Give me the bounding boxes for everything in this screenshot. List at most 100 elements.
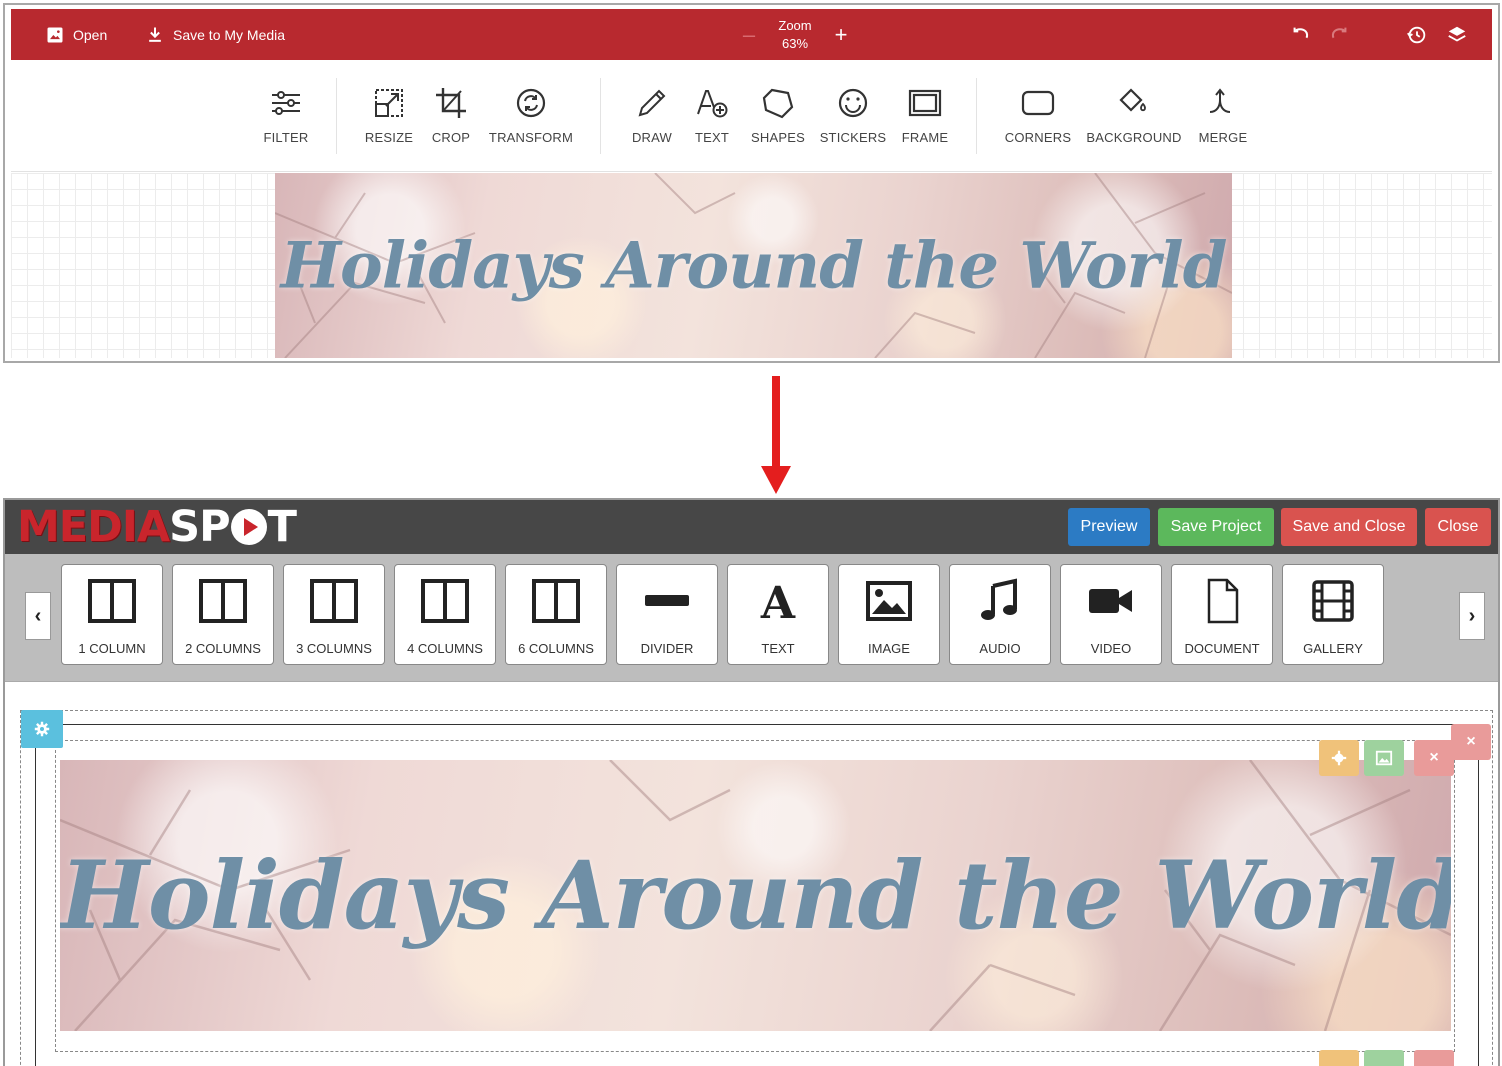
block-label: VIDEO — [1090, 641, 1132, 656]
block-label: DOCUMENT — [1184, 641, 1260, 656]
redo-icon[interactable] — [1327, 23, 1351, 47]
scroll-right-button[interactable]: › — [1459, 592, 1485, 640]
tool-crop[interactable]: CROP — [406, 86, 496, 145]
download-icon — [149, 27, 161, 42]
block-label: DIVIDER — [640, 641, 694, 656]
history-icon[interactable] — [1405, 23, 1429, 47]
block-3-columns[interactable]: 3 COLUMNS — [283, 564, 385, 665]
svg-text:A: A — [760, 578, 796, 624]
scroll-left-button[interactable]: ‹ — [25, 592, 51, 640]
save-and-close-button[interactable]: Save and Close — [1281, 508, 1417, 546]
image-editor-panel: Open Save to My Media – Zoom 63% + FILTE… — [3, 3, 1500, 363]
add-block-button[interactable] — [1364, 1050, 1404, 1066]
tool-label: FRAME — [901, 130, 949, 145]
play-icon — [230, 509, 267, 545]
column-settings-button[interactable] — [1319, 1050, 1359, 1066]
block-text[interactable]: A TEXT — [727, 564, 829, 665]
zoom-value: 63% — [781, 36, 809, 51]
toolbar-divider — [336, 78, 337, 154]
picture-icon — [866, 581, 912, 621]
close-icon: × — [1429, 749, 1439, 766]
merge-icon — [1209, 88, 1231, 113]
block-4-columns[interactable]: 4 COLUMNS — [394, 564, 496, 665]
block-label: TEXT — [761, 641, 795, 656]
tool-label: TRANSFORM — [488, 130, 574, 145]
preview-button[interactable]: Preview — [1068, 508, 1150, 546]
frame-icon — [908, 89, 942, 117]
logo-text-t: T — [267, 502, 297, 552]
change-image-button[interactable] — [1364, 740, 1404, 776]
film-strip-icon — [1312, 580, 1354, 622]
logo-text-sp: SP — [169, 502, 230, 552]
tool-merge[interactable]: MERGE — [1178, 86, 1268, 145]
gear-icon — [1331, 750, 1347, 766]
undo-icon[interactable] — [1289, 23, 1313, 47]
block-2-columns[interactable]: 2 COLUMNS — [172, 564, 274, 665]
gear-icon — [34, 721, 50, 737]
tool-filter[interactable]: FILTER — [241, 86, 331, 145]
banner-image[interactable]: Holidays Around the World — [275, 173, 1232, 358]
block-label: IMAGE — [868, 641, 910, 656]
mediaspot-logo: MEDIA SP T — [17, 502, 297, 552]
block-divider[interactable]: DIVIDER — [616, 564, 718, 665]
editor-toolbar: FILTER RESIZE CROP TRANSFORM DRAW TEXT S… — [11, 60, 1492, 172]
block-gallery[interactable]: GALLERY — [1282, 564, 1384, 665]
zoom-in-button[interactable]: + — [828, 22, 854, 48]
tool-label: TEXT — [694, 130, 730, 145]
tool-transform[interactable]: TRANSFORM — [486, 86, 576, 145]
tool-label: CROP — [431, 130, 471, 145]
block-document[interactable]: DOCUMENT — [1171, 564, 1273, 665]
document-icon — [1207, 578, 1239, 624]
holiday-banner: Holidays Around the World — [60, 760, 1451, 1031]
open-button[interactable]: Open — [45, 9, 107, 60]
pencil-icon — [638, 89, 666, 117]
banner-title: Holidays Around the World — [60, 840, 1451, 951]
resize-icon — [375, 89, 403, 117]
logo-text-media: MEDIA — [17, 502, 170, 552]
columns-icon — [88, 579, 136, 623]
banner-title: Holidays Around the World — [280, 228, 1228, 303]
sliders-icon — [272, 91, 300, 115]
image-block[interactable]: Holidays Around the World — [60, 760, 1451, 1031]
tool-label: MERGE — [1198, 130, 1248, 145]
delete-row-button[interactable]: × — [1451, 724, 1491, 760]
editor-top-bar: Open Save to My Media – Zoom 63% + — [11, 9, 1492, 60]
tool-background[interactable]: BACKGROUND — [1086, 86, 1182, 145]
tool-corners[interactable]: CORNERS — [993, 86, 1083, 145]
smiley-icon — [838, 88, 868, 118]
block-video[interactable]: VIDEO — [1060, 564, 1162, 665]
tool-label: SHAPES — [751, 130, 805, 145]
block-6-columns[interactable]: 6 COLUMNS — [505, 564, 607, 665]
crop-icon — [436, 88, 466, 118]
editor-canvas[interactable]: Holidays Around the World — [11, 173, 1492, 358]
block-settings-button[interactable] — [1319, 740, 1359, 776]
open-label: Open — [73, 26, 108, 43]
zoom-out-button[interactable]: – — [736, 22, 762, 48]
save-to-my-media-button[interactable]: Save to My Media — [145, 9, 285, 60]
block-toolbar: ‹ 1 COLUMN 2 COLUMNS 3 COLUMNS 4 COLUMNS… — [5, 554, 1498, 682]
columns-icon — [421, 579, 469, 623]
block-label: 2 COLUMNS — [185, 641, 261, 656]
tool-frame[interactable]: FRAME — [880, 86, 970, 145]
image-icon — [1375, 750, 1393, 766]
toolbar-divider — [600, 78, 601, 154]
tool-label: BACKGROUND — [1086, 130, 1182, 145]
delete-column-button[interactable] — [1414, 1050, 1454, 1066]
block-label: GALLERY — [1303, 641, 1363, 656]
toolbar-divider — [976, 78, 977, 154]
save-project-button[interactable]: Save Project — [1158, 508, 1274, 546]
block-audio[interactable]: AUDIO — [949, 564, 1051, 665]
rounded-rect-icon — [1021, 90, 1055, 116]
delete-block-button[interactable]: × — [1414, 740, 1454, 776]
block-label: 3 COLUMNS — [296, 641, 372, 656]
block-1-column[interactable]: 1 COLUMN — [61, 564, 163, 665]
block-label: 1 COLUMN — [78, 641, 146, 656]
layers-icon[interactable] — [1445, 23, 1469, 47]
tool-label: FILTER — [263, 130, 309, 145]
section-settings-button[interactable] — [21, 710, 63, 748]
block-label: 4 COLUMNS — [407, 641, 483, 656]
close-button[interactable]: Close — [1425, 508, 1491, 546]
zoom-control: – Zoom 63% + — [736, 17, 854, 53]
block-image[interactable]: IMAGE — [838, 564, 940, 665]
divider-icon — [645, 595, 689, 606]
